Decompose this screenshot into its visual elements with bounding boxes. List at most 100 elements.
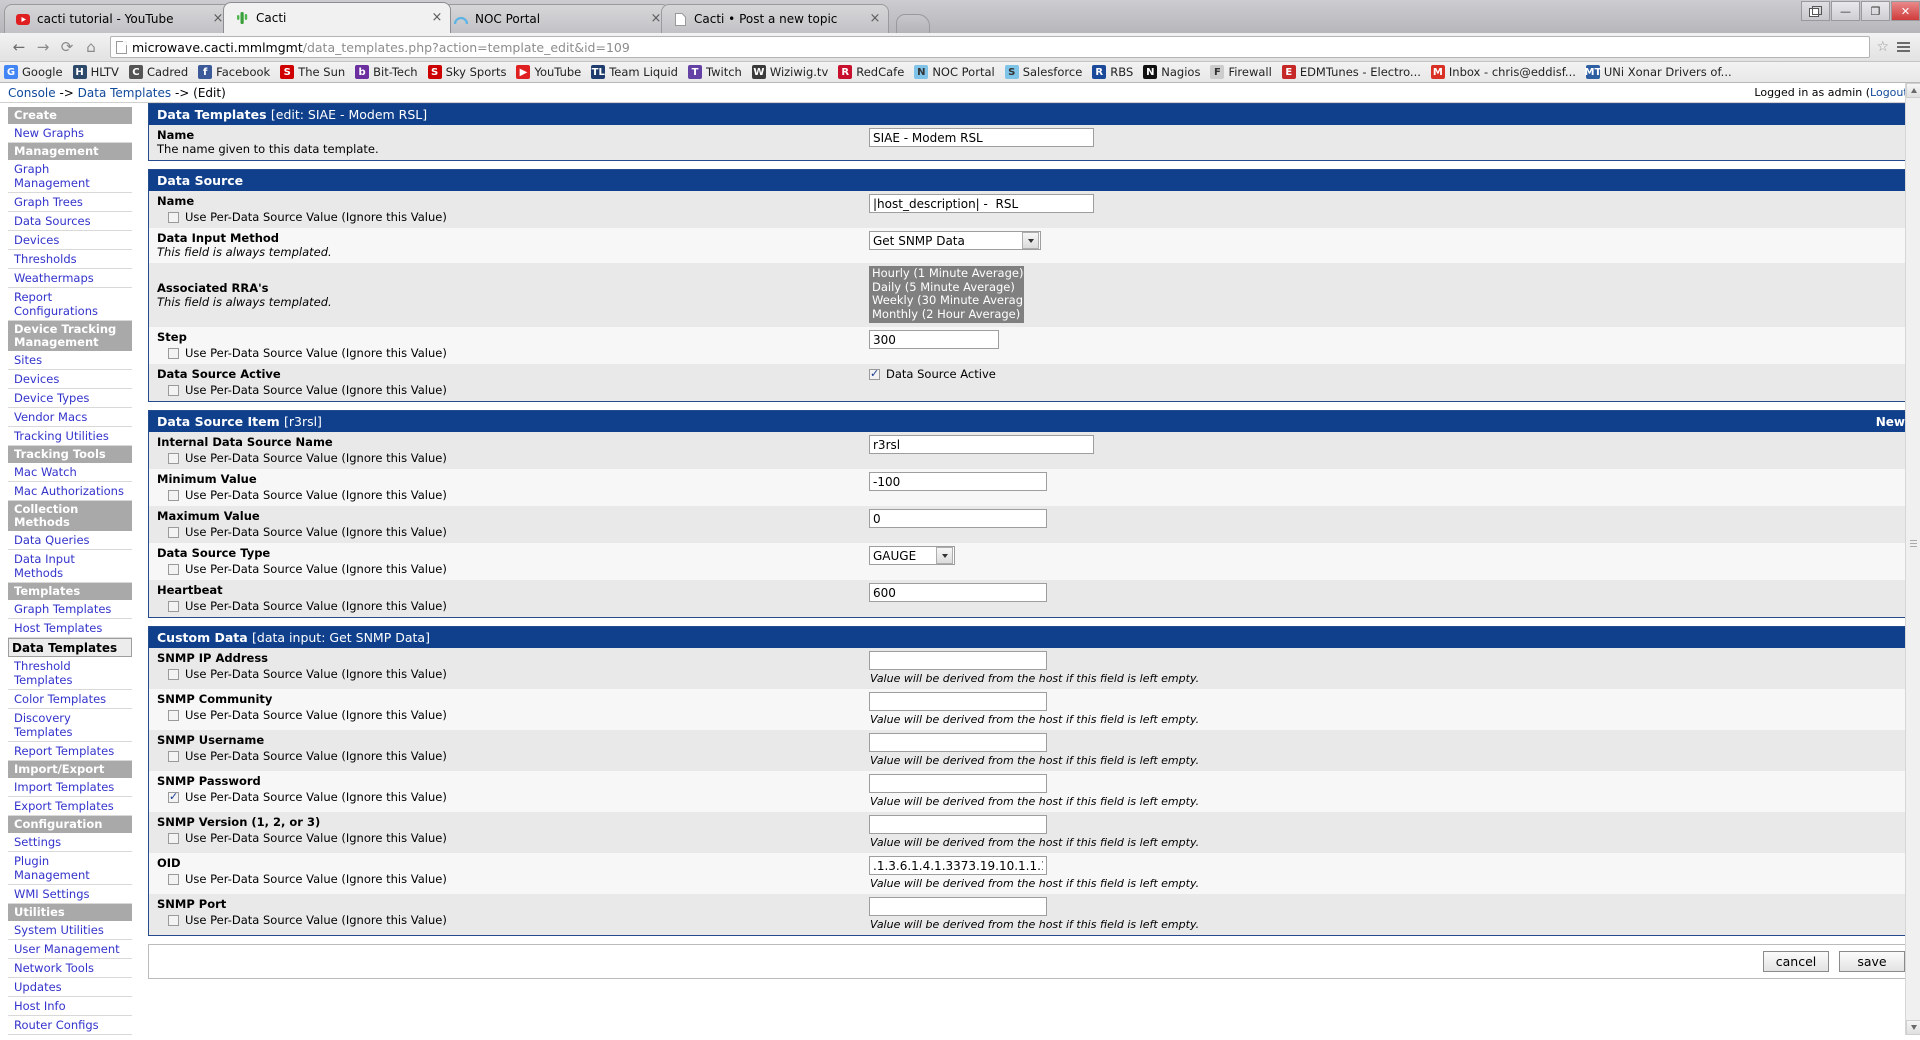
- bookmark-item[interactable]: S The Sun: [280, 65, 345, 79]
- per-ds-checkbox-row[interactable]: Use Per-Data Source Value (Ignore this V…: [157, 562, 867, 576]
- sidebar-item-import-templates[interactable]: Import Templates: [8, 778, 132, 797]
- bookmark-item[interactable]: F Firewall: [1210, 65, 1272, 79]
- browser-tab-3[interactable]: NOC Portal ×: [442, 4, 670, 33]
- ds-item-heartbeat-input[interactable]: [869, 583, 1047, 602]
- bookmark-item[interactable]: R RedCafe: [838, 65, 904, 79]
- restore-window-button[interactable]: [1801, 1, 1830, 21]
- per-ds-checkbox-row[interactable]: Use Per-Data Source Value (Ignore this V…: [157, 210, 867, 224]
- page-scrollbar[interactable]: [1905, 83, 1920, 1035]
- back-icon[interactable]: ←: [8, 36, 30, 58]
- per-ds-checkbox-row[interactable]: Use Per-Data Source Value (Ignore this V…: [157, 790, 867, 804]
- home-icon[interactable]: ⌂: [80, 36, 102, 58]
- chevron-down-icon[interactable]: [1022, 232, 1039, 249]
- sidebar-item-graph-templates[interactable]: Graph Templates: [8, 600, 132, 619]
- sidebar-item-report-configurations[interactable]: Report Configurations: [8, 288, 132, 321]
- per-ds-checkbox-row[interactable]: Use Per-Data Source Value (Ignore this V…: [157, 383, 867, 397]
- sidebar-item-report-templates[interactable]: Report Templates: [8, 742, 132, 761]
- per-ds-checkbox-row[interactable]: Use Per-Data Source Value (Ignore this V…: [157, 913, 867, 927]
- sidebar-item-device-types[interactable]: Device Types: [8, 389, 132, 408]
- ds-item-data-source-type-select[interactable]: GAUGE: [869, 546, 955, 565]
- maximize-window-button[interactable]: ❐: [1861, 1, 1890, 21]
- associated-rras-listbox[interactable]: Hourly (1 Minute Average) Daily (5 Minute…: [869, 266, 1024, 323]
- sidebar-item-threshold-templates[interactable]: Threshold Templates: [8, 657, 132, 690]
- sidebar-item-mac-authorizations[interactable]: Mac Authorizations: [8, 482, 132, 501]
- sidebar-item-vendor-macs[interactable]: Vendor Macs: [8, 408, 132, 427]
- per-ds-checkbox-row[interactable]: Use Per-Data Source Value (Ignore this V…: [157, 708, 867, 722]
- scroll-down-icon[interactable]: [1906, 1020, 1920, 1035]
- custom-snmp-community-input[interactable]: [869, 692, 1047, 711]
- bookmark-item[interactable]: W Wiziwig.tv: [751, 65, 828, 79]
- sidebar-item-updates[interactable]: Updates: [8, 978, 132, 997]
- per-ds-checkbox[interactable]: [168, 668, 179, 680]
- sidebar-item-data-input-methods[interactable]: Data Input Methods: [8, 550, 132, 583]
- sidebar-item-mac-watch[interactable]: Mac Watch: [8, 463, 132, 482]
- sidebar-item-devices[interactable]: Devices: [8, 231, 132, 250]
- sidebar-item-discovery-templates[interactable]: Discovery Templates: [8, 709, 132, 742]
- ds-item-minimum-value-input[interactable]: [869, 472, 1047, 491]
- custom-oid-input[interactable]: [869, 856, 1047, 875]
- bookmark-item[interactable]: S Salesforce: [1004, 65, 1082, 79]
- bookmark-item[interactable]: G Google: [4, 65, 63, 79]
- rra-option[interactable]: Hourly (1 Minute Average): [870, 267, 1023, 281]
- step-input[interactable]: [869, 330, 999, 349]
- sidebar-item-data-sources[interactable]: Data Sources: [8, 212, 132, 231]
- per-ds-checkbox-row[interactable]: Use Per-Data Source Value (Ignore this V…: [157, 831, 867, 845]
- custom-snmp-password-input[interactable]: [869, 774, 1047, 793]
- sidebar-item-new-graphs[interactable]: New Graphs: [8, 124, 132, 143]
- ds-active-checkbox[interactable]: [869, 367, 880, 380]
- sidebar-item-export-templates[interactable]: Export Templates: [8, 797, 132, 816]
- per-ds-checkbox-row[interactable]: Use Per-Data Source Value (Ignore this V…: [157, 599, 867, 613]
- rra-option[interactable]: Weekly (30 Minute Average): [870, 293, 1023, 308]
- cancel-button[interactable]: cancel: [1763, 951, 1829, 972]
- sidebar-item-weathermaps[interactable]: Weathermaps: [8, 269, 132, 288]
- ds-item-maximum-value-input[interactable]: [869, 509, 1047, 528]
- sidebar-item-router-configs[interactable]: Router Configs: [8, 1016, 132, 1035]
- sidebar-item-settings[interactable]: Settings: [8, 833, 132, 852]
- custom-snmp-username-input[interactable]: [869, 733, 1047, 752]
- sidebar-item-system-utilities[interactable]: System Utilities: [8, 921, 132, 940]
- chevron-down-icon[interactable]: [936, 547, 953, 564]
- bookmark-item[interactable]: TL Team Liquid: [591, 65, 678, 79]
- sidebar-item-color-templates[interactable]: Color Templates: [8, 690, 132, 709]
- custom-snmp-version-1-2-or-3--input[interactable]: [869, 815, 1047, 834]
- breadcrumb-console[interactable]: Console: [8, 86, 56, 100]
- per-ds-checkbox[interactable]: [168, 750, 179, 762]
- new-data-source-item-link[interactable]: New: [1876, 415, 1905, 429]
- bookmark-item[interactable]: f Facebook: [198, 65, 270, 79]
- per-ds-checkbox[interactable]: [168, 526, 179, 538]
- per-ds-checkbox[interactable]: [168, 873, 179, 885]
- sidebar-item-host-info[interactable]: Host Info: [8, 997, 132, 1016]
- breadcrumb-section[interactable]: Data Templates: [78, 86, 171, 100]
- per-ds-checkbox-row[interactable]: Use Per-Data Source Value (Ignore this V…: [157, 451, 867, 465]
- data-input-method-select[interactable]: Get SNMP Data: [869, 231, 1041, 250]
- bookmark-item[interactable]: C Cadred: [128, 65, 188, 79]
- bookmark-item[interactable]: ▶ YouTube: [516, 65, 581, 79]
- bookmark-star-icon[interactable]: ☆: [1876, 39, 1889, 55]
- bookmark-item[interactable]: T Twitch: [687, 65, 742, 79]
- sidebar-item-wmi-settings[interactable]: WMI Settings: [8, 885, 132, 904]
- address-bar[interactable]: microwave.cacti.mmlmgmt/data_templates.p…: [110, 36, 1871, 58]
- bookmark-item[interactable]: b Bit-Tech: [355, 65, 418, 79]
- sidebar-item-graph-management[interactable]: Graph Management: [8, 160, 132, 193]
- sidebar-item-sites[interactable]: Sites: [8, 351, 132, 370]
- ds-item-internal-data-source-name-input[interactable]: [869, 435, 1094, 454]
- per-ds-checkbox[interactable]: [168, 452, 179, 464]
- rra-option[interactable]: Monthly (2 Hour Average): [870, 307, 1023, 322]
- sidebar-item-devices[interactable]: Devices: [8, 370, 132, 389]
- bookmark-item[interactable]: MT UNi Xonar Drivers of...: [1585, 65, 1732, 79]
- save-button[interactable]: save: [1839, 951, 1905, 972]
- per-ds-checkbox[interactable]: [168, 832, 179, 844]
- tab-close-icon[interactable]: ×: [868, 12, 882, 26]
- per-ds-checkbox-row[interactable]: Use Per-Data Source Value (Ignore this V…: [157, 488, 867, 502]
- sidebar-item-thresholds[interactable]: Thresholds: [8, 250, 132, 269]
- per-ds-checkbox-row[interactable]: Use Per-Data Source Value (Ignore this V…: [157, 749, 867, 763]
- minimize-window-button[interactable]: —: [1831, 1, 1860, 21]
- bookmark-item[interactable]: E EDMTunes - Electro...: [1281, 65, 1421, 79]
- per-ds-checkbox[interactable]: [168, 489, 179, 501]
- bookmark-item[interactable]: M Inbox - chris@eddisf...: [1430, 65, 1576, 79]
- per-ds-checkbox-row[interactable]: Use Per-Data Source Value (Ignore this V…: [157, 525, 867, 539]
- bookmark-item[interactable]: S Sky Sports: [427, 65, 506, 79]
- bookmark-item[interactable]: H HLTV: [72, 65, 119, 79]
- per-ds-checkbox[interactable]: [168, 347, 179, 359]
- sidebar-item-graph-trees[interactable]: Graph Trees: [8, 193, 132, 212]
